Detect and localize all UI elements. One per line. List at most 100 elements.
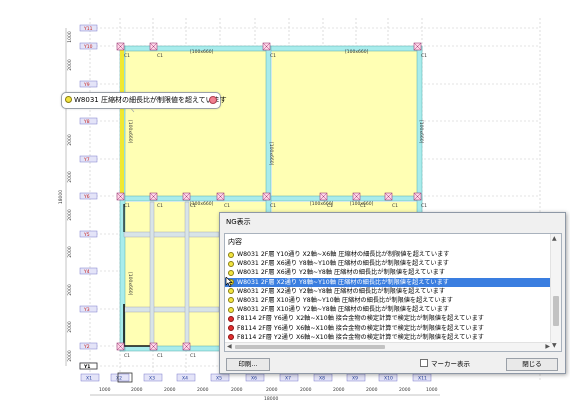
y-axis-label: Y1	[83, 364, 90, 370]
x-axis-label: X4	[182, 376, 188, 382]
x-dimension-label: 2000	[197, 387, 209, 393]
horizontal-scrollbar[interactable]: ◀ ▶	[225, 342, 552, 351]
vertical-scrollbar[interactable]: ▲ ▼	[550, 234, 561, 351]
ng-list-item-text: W8031 2F層 X2通り Y8軸~Y10軸 圧縮材の細長比が制限値を超えてい…	[237, 278, 449, 286]
y-dimension-label: 2000	[67, 246, 73, 258]
column-label: C1	[157, 353, 163, 359]
ng-list-item[interactable]: W8031 2F層 Y10通り X2軸~X6軸 圧縮材の細長比が制限値を超えてい…	[225, 250, 552, 259]
column-label: C1	[157, 203, 163, 209]
x-dimension-label: 2000	[300, 387, 312, 393]
ng-display-dialog: NG表示 内容 W8031 2F層 Y10通り X2軸~X6軸 圧縮材の細長比が…	[219, 212, 566, 374]
beam-label: [100x660]	[350, 201, 374, 207]
column-label: C1	[124, 53, 130, 59]
y-axis-label: Y8	[83, 119, 90, 125]
ng-list-item[interactable]: W8031 2F層 X6通り Y8軸~Y10軸 圧縮材の細長比が制限値を超えてい…	[225, 259, 552, 268]
beam-secondary	[184, 201, 190, 347]
warning-dot-icon	[228, 260, 234, 267]
warning-dot-icon	[228, 269, 234, 276]
x-dimension-label: 2000	[333, 387, 345, 393]
x-dimension-label: 2000	[399, 387, 411, 393]
ng-list-item[interactable]: W8031 2F層 X2通り Y2軸~Y8軸 圧縮材の細長比が制限値を超えていま…	[225, 287, 552, 296]
column-label: C1	[157, 53, 163, 59]
ng-list-item-text: W8031 2F層 Y10通り X2軸~X6軸 圧縮材の細長比が制限値を超えてい…	[237, 251, 450, 258]
warning-dot-icon	[228, 306, 234, 313]
x-axis-label: X10	[384, 376, 393, 382]
slab	[124, 50, 266, 196]
beam-label: [100x660]	[268, 142, 274, 166]
marker-checkbox-label: マーカー表示	[431, 360, 470, 368]
ng-list-item-text: W8031 2F層 X10通り Y2軸~Y8軸 圧縮材の細長比が制限値を超えてい…	[237, 306, 449, 314]
ng-list-item[interactable]: W8031 2F層 X6通り Y2軸~Y8軸 圧縮材の細長比が制限値を超えていま…	[225, 268, 552, 277]
y-total-dimension-label: 18000	[58, 190, 64, 204]
x-axis-label: X6	[251, 376, 257, 382]
x-axis-label: X2	[116, 376, 122, 382]
column-label: C1	[270, 203, 276, 209]
warning-dot-icon	[65, 96, 72, 103]
hscrollbar-thumb[interactable]	[235, 345, 385, 349]
y-dimension-label: 2000	[67, 171, 73, 183]
ng-list-item-text: W8031 2F層 X2通り Y2軸~Y8軸 圧縮材の細長比が制限値を超えていま…	[237, 287, 446, 295]
beam-label: [100x660]	[190, 49, 214, 55]
ng-list-item-text: W8031 2F層 X6通り Y2軸~Y8軸 圧縮材の細長比が制限値を超えていま…	[237, 269, 446, 277]
beam-secondary	[123, 231, 220, 238]
error-dot-icon	[228, 334, 234, 341]
list-header: 内容	[228, 238, 242, 246]
ng-member-highlight	[120, 46, 124, 196]
y-axis-label: Y5	[83, 232, 90, 238]
mouse-cursor-icon	[225, 277, 233, 287]
y-dimension-label: 2000	[67, 59, 73, 71]
x-dimension-label: 2000	[131, 387, 143, 393]
scroll-up-icon[interactable]: ▲	[552, 235, 557, 242]
ng-list-item[interactable]: W8031 2F層 X10通り Y2軸~Y8軸 圧縮材の細長比が制限値を超えてい…	[225, 305, 552, 314]
x-dimension-label: 2000	[366, 387, 378, 393]
scroll-down-icon[interactable]: ▼	[552, 342, 557, 349]
column-label: C1	[270, 53, 276, 59]
ng-list-item[interactable]: F8114 2F層 Y6通り X6軸~X10軸 接合金物の検定計算で検定比が制限…	[225, 324, 552, 333]
column-label: C1	[124, 353, 130, 359]
x-axis-label: X9	[352, 376, 358, 382]
beam-label: [100x660]	[310, 201, 334, 207]
y-axis-label: Y11	[83, 26, 93, 32]
x-axis-label: X1	[86, 376, 92, 382]
ng-list-item[interactable]: F8114 2F層 Y2通り X6軸~X10軸 接合金物の検定計算で検定比が制限…	[225, 333, 552, 342]
ng-list[interactable]: 内容 W8031 2F層 Y10通り X2軸~X6軸 圧縮材の細長比が制限値を超…	[224, 233, 562, 352]
balloon-text: W8031 圧縮材の細長比が制限値を超えています	[74, 96, 227, 104]
y-axis-label: Y9	[83, 82, 90, 88]
y-dimension-label: 2000	[67, 321, 73, 333]
x-dimension-label: 2000	[164, 387, 176, 393]
close-button[interactable]: 閉じる	[506, 358, 558, 371]
warning-dot-icon	[228, 297, 234, 304]
error-dot-icon	[228, 315, 234, 322]
x-dimension-label: 1000	[99, 387, 111, 393]
column-label: C1	[190, 353, 196, 359]
ng-list-item-text: W8031 2F層 X6通り Y8軸~Y10軸 圧縮材の細長比が制限値を超えてい…	[237, 260, 449, 268]
beam-secondary	[123, 306, 220, 313]
ng-list-item-text: W8031 2F層 X10通り Y8軸~Y10軸 圧縮材の細長比が制限値を超えて…	[237, 296, 453, 304]
close-icon[interactable]	[209, 96, 217, 104]
ng-list-item-text: F8114 2F層 Y6通り X2軸~X10軸 接合金物の検定計算で検定比が制限…	[237, 315, 484, 323]
y-axis-label: Y3	[83, 307, 90, 313]
x-axis-label: X3	[149, 376, 155, 382]
print-button[interactable]: 印刷...	[226, 358, 270, 371]
column-label: C1	[224, 203, 230, 209]
marker-checkbox[interactable]	[420, 359, 428, 367]
x-axis-label: X7	[285, 376, 291, 382]
y-axis-label: Y6	[83, 194, 90, 200]
warning-dot-icon	[228, 288, 234, 295]
dialog-title: NG表示	[226, 218, 251, 226]
y-axis-label: Y4	[83, 269, 90, 275]
warning-dot-icon	[228, 251, 234, 258]
ng-list-item[interactable]: W8031 2F層 X10通り Y8軸~Y10軸 圧縮材の細長比が制限値を超えて…	[225, 296, 552, 305]
x-total-dimension-label: 18000	[264, 396, 278, 402]
ng-list-item[interactable]: W8031 2F層 X2通り Y8軸~Y10軸 圧縮材の細長比が制限値を超えてい…	[225, 277, 552, 287]
ng-list-rows: W8031 2F層 Y10通り X2軸~X6軸 圧縮材の細長比が制限値を超えてい…	[225, 250, 552, 352]
y-axis-label: Y7	[83, 157, 90, 163]
scrollbar-thumb[interactable]	[553, 296, 559, 326]
scroll-left-icon[interactable]: ◀	[227, 343, 232, 351]
x-axis-label: X5	[216, 376, 222, 382]
y-dimension-label: 2000	[67, 284, 73, 296]
ng-list-item[interactable]: F8114 2F層 Y2通り X2軸~X10軸 接合金物の検定計算で検定比が制限…	[225, 351, 552, 352]
scroll-right-icon[interactable]: ▶	[545, 343, 550, 351]
ng-list-item-text: F8114 2F層 Y6通り X6軸~X10軸 接合金物の検定計算で検定比が制限…	[237, 324, 484, 332]
ng-list-item[interactable]: F8114 2F層 Y6通り X2軸~X10軸 接合金物の検定計算で検定比が制限…	[225, 314, 552, 323]
